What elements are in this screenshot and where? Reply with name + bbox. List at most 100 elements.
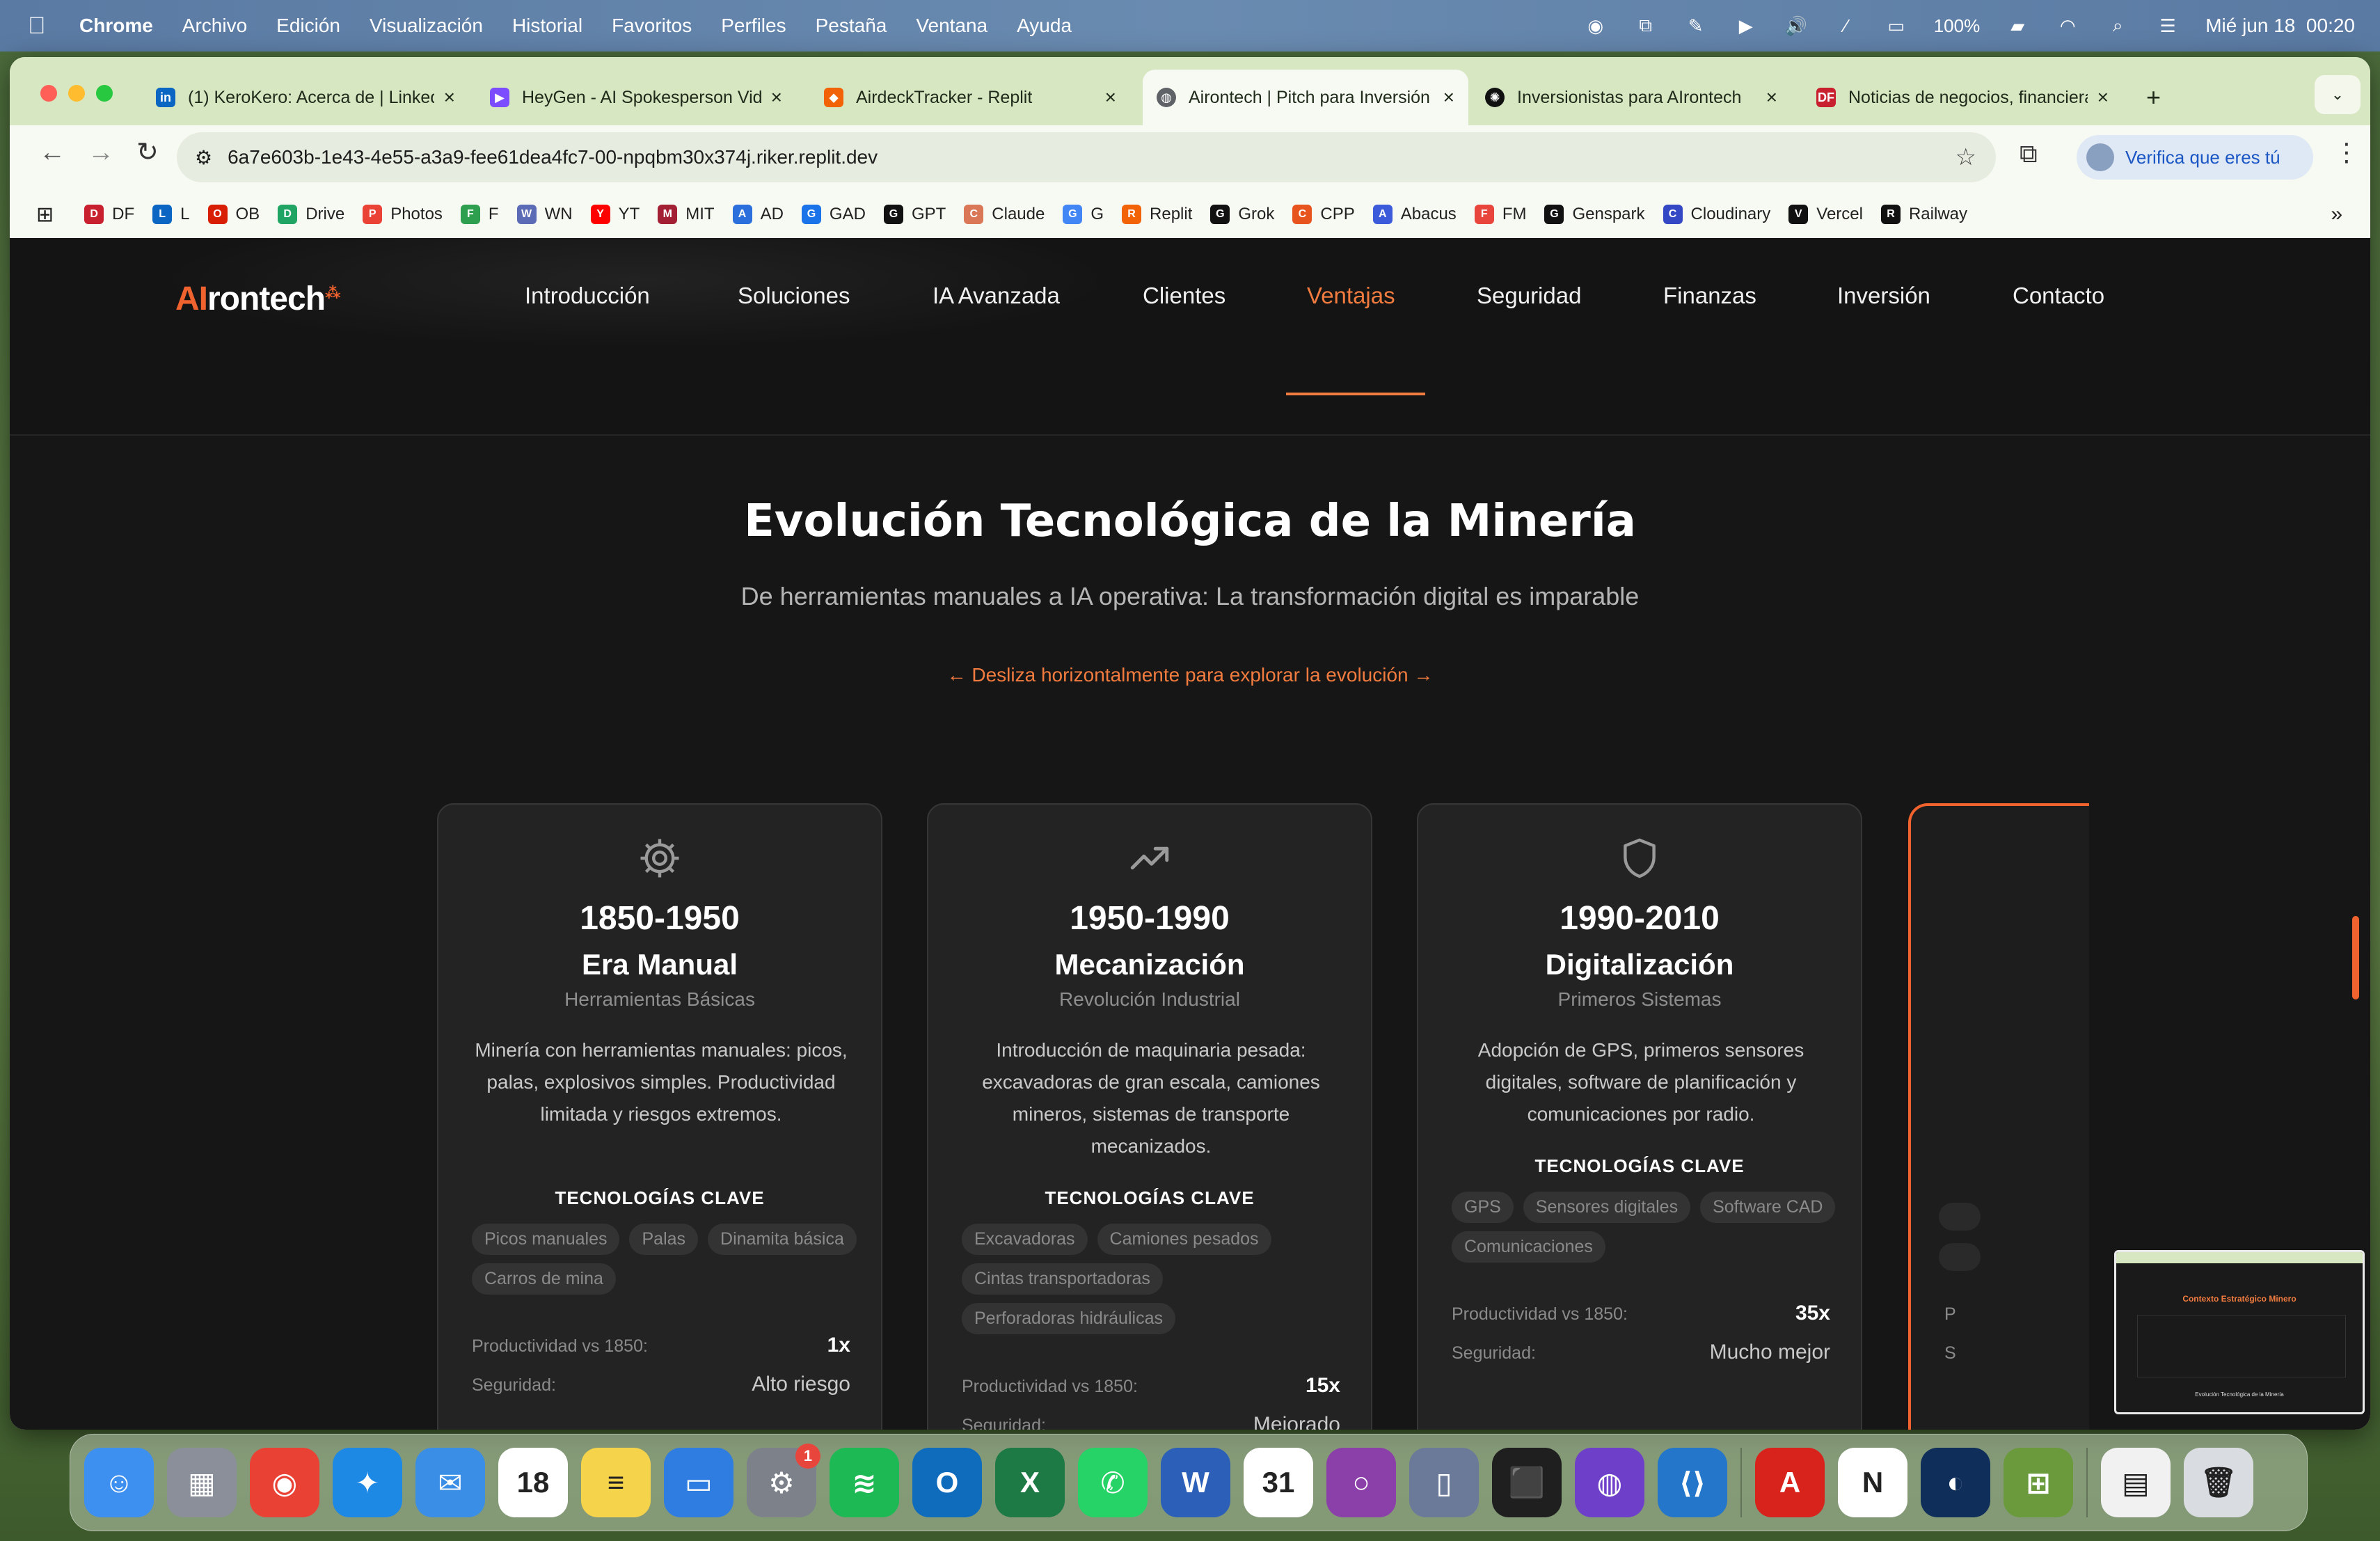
notes-icon[interactable]: ≡ — [581, 1448, 651, 1517]
minimize-window-button[interactable] — [68, 85, 85, 102]
chrome-icon[interactable]: ◉ — [250, 1448, 319, 1517]
timeline-card-partial[interactable]: P S — [1908, 803, 2089, 1430]
bookmark-photos[interactable]: P Photos — [363, 205, 443, 224]
battery-icon[interactable]: ▰ — [2005, 15, 2030, 36]
vscode-icon[interactable]: ⟨⟩ — [1658, 1448, 1727, 1517]
menu-visualizacion[interactable]: Visualización — [370, 15, 483, 37]
bookmark-ad[interactable]: A AD — [732, 205, 784, 224]
whatsapp-icon[interactable]: ✆ — [1078, 1448, 1148, 1517]
bookmark-l[interactable]: LL — [152, 205, 190, 224]
wifi-icon[interactable]: ◠ — [2055, 15, 2080, 36]
system-settings-icon[interactable]: ⚙ 1 — [747, 1444, 820, 1517]
tab-inversionistas[interactable]: ✺ Inversionistas para AIrontech × — [1471, 70, 1791, 125]
tab-df-noticias[interactable]: DF Noticias de negocios, financieras × — [1802, 70, 2123, 125]
bookmark-fm[interactable]: F FM — [1474, 205, 1526, 224]
more-menu-icon[interactable]: ⋮ — [2334, 138, 2359, 167]
site-info-icon[interactable]: ⚙ — [195, 146, 212, 169]
bookmark-cpp[interactable]: C CPP — [1292, 205, 1355, 224]
close-window-button[interactable] — [40, 85, 57, 102]
close-tab-icon[interactable]: × — [1443, 86, 1454, 109]
tab-airdecktracker[interactable]: ⬥ AirdeckTracker - Replit × — [810, 70, 1130, 125]
tab-search-button[interactable]: ⌄ — [2315, 75, 2361, 114]
display-icon[interactable]: ▭ — [1884, 15, 1909, 36]
nav-contacto[interactable]: Contacto — [2013, 283, 2104, 309]
bookmark-mit[interactable]: M MIT — [658, 205, 715, 224]
zoom-window-button[interactable] — [96, 85, 113, 102]
close-tab-icon[interactable]: × — [2097, 86, 2109, 109]
tab-heygen[interactable]: ▶ HeyGen - AI Spokesperson Video × — [476, 70, 796, 125]
page-scrollbar-thumb[interactable] — [2352, 916, 2359, 999]
menu-clock[interactable]: Mié jun 18 00:20 — [2205, 15, 2355, 37]
bookmark-gad[interactable]: G GAD — [801, 205, 866, 224]
mail-icon[interactable]: ✉ — [415, 1448, 485, 1517]
menu-pestana[interactable]: Pestaña — [816, 15, 887, 37]
bookmark-claude[interactable]: C Claude — [964, 205, 1045, 224]
bookmark-vercel[interactable]: V Vercel — [1788, 205, 1863, 224]
notion-icon[interactable]: N — [1838, 1448, 1907, 1517]
nav-clientes[interactable]: Clientes — [1143, 283, 1225, 309]
translate-icon[interactable]: ⧉ — [1633, 15, 1658, 36]
bookmark-f[interactable]: FF — [460, 205, 499, 224]
verify-identity-button[interactable]: Verifica que eres tú — [2077, 135, 2313, 180]
pen-icon[interactable]: ✎ — [1683, 15, 1708, 36]
spotify-icon[interactable]: ≋ — [830, 1448, 899, 1517]
airontech-doc-icon[interactable]: ▤ — [2101, 1448, 2171, 1517]
finder-icon[interactable]: ☺ — [84, 1448, 154, 1517]
url-text[interactable]: 6a7e603b-1e43-4e55-a3a9-fee61dea4fc7-00-… — [228, 146, 878, 168]
nav-inversion[interactable]: Inversión — [1837, 283, 1930, 309]
extensions-icon[interactable]: ⧉ — [2020, 139, 2038, 169]
acrobat-icon[interactable]: A — [1755, 1448, 1825, 1517]
apple-menu-icon[interactable]:  — [28, 14, 49, 38]
bookmark-railway[interactable]: R Railway — [1880, 205, 1967, 224]
bookmarks-overflow-icon[interactable]: » — [2331, 203, 2342, 226]
nav-finanzas[interactable]: Finanzas — [1663, 283, 1756, 309]
menu-perfiles[interactable]: Perfiles — [721, 15, 786, 37]
timeline-card-mecanizacion[interactable]: 1950-1990 Mecanización Revolución Indust… — [927, 803, 1372, 1430]
outlook-icon[interactable]: O — [912, 1448, 982, 1517]
forward-icon[interactable]: → — [88, 138, 114, 168]
keynote-icon[interactable]: ▭ — [664, 1448, 733, 1517]
play-circle-icon[interactable]: ▶ — [1734, 15, 1759, 36]
safari-icon[interactable]: ✦ — [333, 1448, 402, 1517]
github-icon[interactable]: ◍ — [1575, 1448, 1644, 1517]
bookmark-genspark[interactable]: G Genspark — [1544, 205, 1645, 224]
bookmark-drive[interactable]: D Drive — [278, 205, 344, 224]
bookmark-ob[interactable]: O OB — [207, 205, 260, 224]
tab-airontech-pitch[interactable]: ◍ Airontech | Pitch para Inversión × — [1143, 70, 1468, 125]
nav-ventajas[interactable]: Ventajas — [1307, 283, 1395, 309]
close-tab-icon[interactable]: × — [444, 86, 455, 109]
calendar-icon[interactable]: 18 — [498, 1448, 568, 1517]
menu-app-name[interactable]: Chrome — [79, 15, 153, 37]
menu-ventana[interactable]: Ventana — [916, 15, 987, 37]
circle-app-icon[interactable]: ○ — [1326, 1448, 1396, 1517]
menu-edicion[interactable]: Edición — [276, 15, 340, 37]
nav-seguridad[interactable]: Seguridad — [1477, 283, 1581, 309]
menu-archivo[interactable]: Archivo — [182, 15, 247, 37]
airontech-logo[interactable]: AIrontech⁂ — [175, 280, 341, 318]
bluetooth-off-icon[interactable]: ∕ — [1834, 15, 1859, 36]
audio-waveform-icon[interactable]: ◉ — [1583, 15, 1608, 36]
volume-icon[interactable]: 🔊 — [1784, 15, 1809, 36]
control-center-icon[interactable]: ☰ — [2155, 15, 2180, 36]
tab-linkedin[interactable]: in (1) KeroKero: Acerca de | LinkedIn × — [142, 70, 469, 125]
nav-soluciones[interactable]: Soluciones — [738, 283, 850, 309]
bookmark-gpt[interactable]: G GPT — [883, 205, 946, 224]
spotlight-search-icon[interactable]: ⌕ — [2105, 15, 2130, 36]
word-icon[interactable]: W — [1161, 1448, 1230, 1517]
bookmark-wn[interactable]: W WN — [516, 205, 573, 224]
menu-ayuda[interactable]: Ayuda — [1017, 15, 1072, 37]
excel-icon[interactable]: X — [995, 1448, 1065, 1517]
back-icon[interactable]: ← — [39, 138, 65, 168]
nav-introduccion[interactable]: Introducción — [525, 283, 650, 309]
iphone-mirroring-icon[interactable]: ▯ — [1409, 1448, 1479, 1517]
apps-grid-icon[interactable]: ⊞ — [36, 203, 54, 227]
nav-ia-avanzada[interactable]: IA Avanzada — [933, 283, 1060, 309]
reload-icon[interactable]: ↻ — [136, 136, 159, 168]
timeline-card-digitalizacion[interactable]: 1990-2010 Digitalización Primeros Sistem… — [1417, 803, 1862, 1430]
bookmark-df[interactable]: D DF — [84, 205, 134, 224]
bookmark-g[interactable]: GG — [1063, 205, 1104, 224]
trash-icon[interactable]: 🗑 — [2184, 1448, 2253, 1517]
replit-dock-icon[interactable]: ⬛ — [1492, 1448, 1562, 1517]
screenshot-thumbnail[interactable]: Contexto Estratégico Minero Evolución Te… — [2114, 1250, 2365, 1414]
launchpad-icon[interactable]: ▦ — [167, 1448, 237, 1517]
